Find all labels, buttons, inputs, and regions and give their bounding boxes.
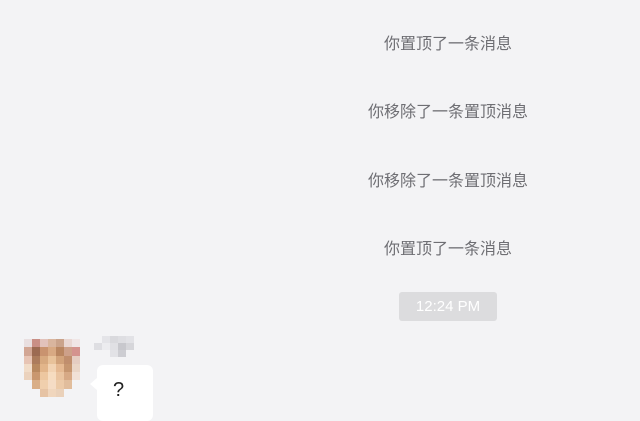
system-message: 你移除了一条置顶消息 (367, 102, 528, 121)
timestamp-badge: 12:24 PM (399, 292, 497, 321)
system-message: 你移除了一条置顶消息 (367, 171, 528, 190)
sender-name (94, 336, 134, 358)
system-message: 你置顶了一条消息 (383, 239, 512, 258)
message-bubble[interactable]: ? (90, 365, 153, 421)
avatar[interactable] (24, 339, 88, 397)
system-message: 你置顶了一条消息 (383, 34, 512, 53)
